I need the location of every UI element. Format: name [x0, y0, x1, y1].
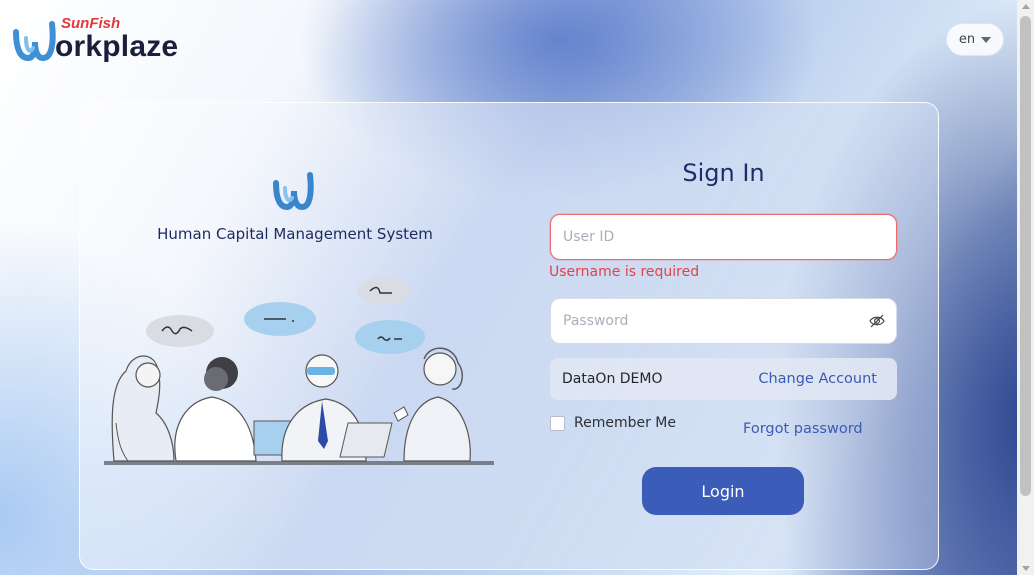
language-value: en — [958, 32, 976, 47]
remember-me[interactable]: Remember Me — [550, 415, 676, 431]
page-scrollbar[interactable] — [1017, 0, 1034, 575]
login-card: Human Capital Management System Sign In … — [79, 102, 939, 570]
chevron-down-icon — [981, 36, 992, 43]
eye-off-icon[interactable] — [869, 314, 885, 328]
login-button[interactable]: Login — [642, 467, 804, 515]
account-name: DataOn DEMO — [562, 371, 663, 387]
scroll-down-icon[interactable] — [1022, 566, 1030, 571]
team-meeting-illustration — [104, 278, 494, 465]
password-input[interactable] — [551, 299, 853, 343]
remember-me-label: Remember Me — [574, 415, 676, 431]
remember-me-checkbox[interactable] — [550, 415, 565, 431]
left-panel: Human Capital Management System — [80, 103, 510, 571]
brand-logo: SunFish orkplaze — [12, 15, 192, 68]
language-selector[interactable]: en — [946, 23, 1004, 56]
account-selector: DataOn DEMO Change Account — [550, 358, 897, 400]
user-id-field[interactable] — [550, 214, 897, 260]
change-account-link[interactable]: Change Account — [758, 371, 877, 387]
system-subtitle: Human Capital Management System — [157, 225, 433, 243]
signin-title: Sign In — [682, 159, 765, 187]
scroll-up-icon[interactable] — [1022, 4, 1030, 9]
workplaze-logo-icon — [273, 172, 314, 211]
forgot-password-link[interactable]: Forgot password — [743, 421, 863, 437]
scrollbar-thumb[interactable] — [1020, 16, 1031, 496]
password-field[interactable] — [550, 298, 897, 344]
brand-main-text: orkplaze — [55, 30, 179, 63]
user-id-input[interactable] — [551, 215, 853, 259]
workplaze-logo-icon — [13, 21, 56, 62]
user-id-error: Username is required — [549, 264, 700, 280]
